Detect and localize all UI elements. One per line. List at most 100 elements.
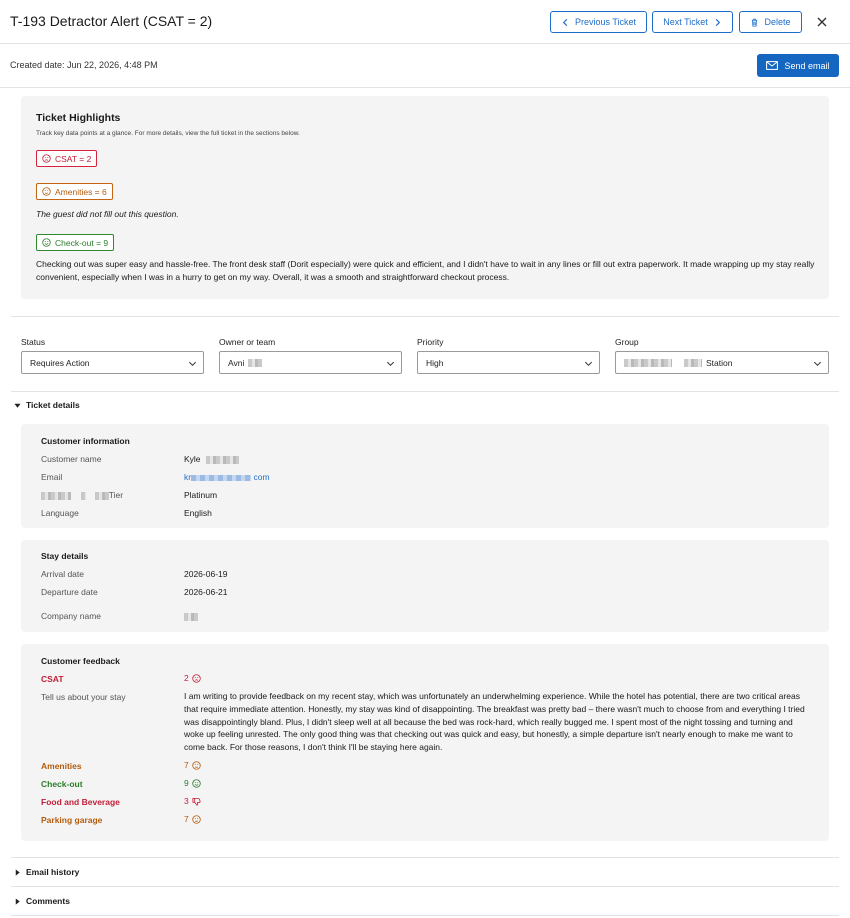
redacted-text xyxy=(184,612,198,621)
redacted-text xyxy=(624,358,672,367)
chevron-down-icon xyxy=(584,361,593,367)
created-date: Created date: Jun 22, 2026, 4:48 PM xyxy=(10,60,158,70)
redacted-text xyxy=(205,455,239,464)
csat-score: 2 xyxy=(184,673,201,683)
sad-face-icon xyxy=(42,154,51,163)
csat-badge: CSAT = 2 xyxy=(36,150,98,167)
divider xyxy=(11,915,839,916)
food-beverage-score: 3 xyxy=(184,796,201,806)
language-value: English xyxy=(184,508,212,518)
group-label: Group xyxy=(615,337,639,347)
owner-value: Avni xyxy=(228,357,245,368)
tier-value: Platinum xyxy=(184,490,218,500)
comments-toggle[interactable]: Comments xyxy=(14,896,70,906)
close-icon[interactable] xyxy=(815,15,829,29)
customer-information-card: Customer information Customer name Kyle … xyxy=(21,424,829,528)
divider xyxy=(11,857,839,858)
chevron-left-icon xyxy=(562,18,568,26)
divider xyxy=(11,391,839,392)
status-label: Status xyxy=(21,337,46,347)
highlights-title: Ticket Highlights xyxy=(36,112,121,124)
email-history-label: Email history xyxy=(26,867,80,877)
comments-label: Comments xyxy=(26,896,70,906)
caret-down-icon xyxy=(14,403,21,408)
ticket-meta-bar: Created date: Jun 22, 2026, 4:48 PM xyxy=(0,44,850,88)
page-title: T-193 Detractor Alert (CSAT = 2) xyxy=(10,13,213,29)
amenities-badge: Amenities = 6 xyxy=(36,183,113,200)
divider xyxy=(11,886,839,887)
chevron-right-icon xyxy=(715,18,720,26)
highlights-subtitle: Track key data points at a glance. For m… xyxy=(36,130,300,137)
previous-ticket-button[interactable]: Previous Ticket xyxy=(550,11,647,33)
neutral-face-icon xyxy=(192,760,201,770)
happy-face-icon xyxy=(42,238,51,247)
customer-information-title: Customer information xyxy=(41,436,130,446)
redacted-text xyxy=(81,491,87,500)
email-history-toggle[interactable]: Email history xyxy=(14,867,79,877)
next-ticket-label: Next Ticket xyxy=(663,17,708,27)
email-prefix: kr xyxy=(184,472,192,482)
delete-button[interactable]: Delete xyxy=(739,11,802,33)
priority-select[interactable]: High xyxy=(417,351,600,374)
sad-face-icon xyxy=(192,673,201,683)
redacted-text xyxy=(684,358,702,367)
stay-feedback-text: I am writing to provide feedback on my r… xyxy=(184,691,805,753)
neutral-face-icon xyxy=(192,814,201,824)
delete-label: Delete xyxy=(764,17,791,27)
stay-feedback-label: Tell us about your stay xyxy=(41,692,126,702)
stay-details-card: Stay details Arrival date 2026-06-19 Dep… xyxy=(21,540,829,632)
parking-garage-score-value: 7 xyxy=(184,814,189,824)
amenities-highlight-text: The guest did not fill out this question… xyxy=(36,209,179,219)
stay-details-title: Stay details xyxy=(41,551,89,561)
redacted-text xyxy=(191,474,252,481)
customer-feedback-card: Customer feedback CSAT 2 Tell us about y… xyxy=(21,644,829,841)
amenities-score: 7 xyxy=(184,760,201,770)
csat-badge-label: CSAT = 2 xyxy=(55,153,92,164)
ticket-details-label: Ticket details xyxy=(26,400,80,410)
caret-right-icon xyxy=(15,868,20,876)
group-select[interactable]: Station xyxy=(615,351,829,374)
customer-name-text: Kyle xyxy=(184,454,201,464)
csat-score-value: 2 xyxy=(184,673,189,683)
owner-select[interactable]: Avni xyxy=(219,351,402,374)
owner-label: Owner or team xyxy=(219,337,276,347)
group-value: Station xyxy=(706,357,733,368)
arrival-date-value: 2026-06-19 xyxy=(184,569,228,579)
email-label: Email xyxy=(41,472,63,482)
status-select[interactable]: Requires Action xyxy=(21,351,204,374)
caret-right-icon xyxy=(15,897,20,905)
thumbs-down-icon xyxy=(192,797,201,806)
email-link[interactable]: kr com xyxy=(184,472,270,482)
mail-icon xyxy=(766,61,779,70)
company-name-value xyxy=(184,611,198,621)
trash-icon xyxy=(752,18,758,27)
send-email-label: Send email xyxy=(784,60,830,71)
company-name-label: Company name xyxy=(41,611,102,621)
chevron-down-icon xyxy=(813,361,822,367)
previous-ticket-label: Previous Ticket xyxy=(574,17,637,27)
checkout-score-value: 9 xyxy=(184,778,189,788)
status-value: Requires Action xyxy=(30,357,90,368)
parking-garage-score: 7 xyxy=(184,814,201,824)
ticket-details-toggle[interactable]: Ticket details xyxy=(14,400,80,410)
checkout-highlight-text: Checking out was super easy and hassle-f… xyxy=(36,259,815,282)
food-beverage-score-value: 3 xyxy=(184,796,189,806)
checkout-badge-label: Check-out = 9 xyxy=(55,237,109,248)
next-ticket-button[interactable]: Next Ticket xyxy=(652,11,733,33)
priority-label: Priority xyxy=(417,337,444,347)
checkout-label: Check-out xyxy=(41,779,83,789)
food-beverage-label: Food and Beverage xyxy=(41,797,120,807)
chevron-down-icon xyxy=(188,361,197,367)
customer-feedback-title: Customer feedback xyxy=(41,656,120,666)
send-email-button[interactable]: Send email xyxy=(757,54,839,77)
csat-label: CSAT xyxy=(41,674,64,684)
tier-label: Tier xyxy=(41,490,123,500)
arrival-date-label: Arrival date xyxy=(41,569,84,579)
customer-name-value: Kyle xyxy=(184,454,239,464)
redacted-text xyxy=(94,491,109,500)
happy-face-icon xyxy=(192,778,201,788)
chevron-down-icon xyxy=(386,361,395,367)
neutral-face-icon xyxy=(42,187,51,196)
redacted-text xyxy=(41,491,71,500)
redacted-text xyxy=(248,358,263,367)
